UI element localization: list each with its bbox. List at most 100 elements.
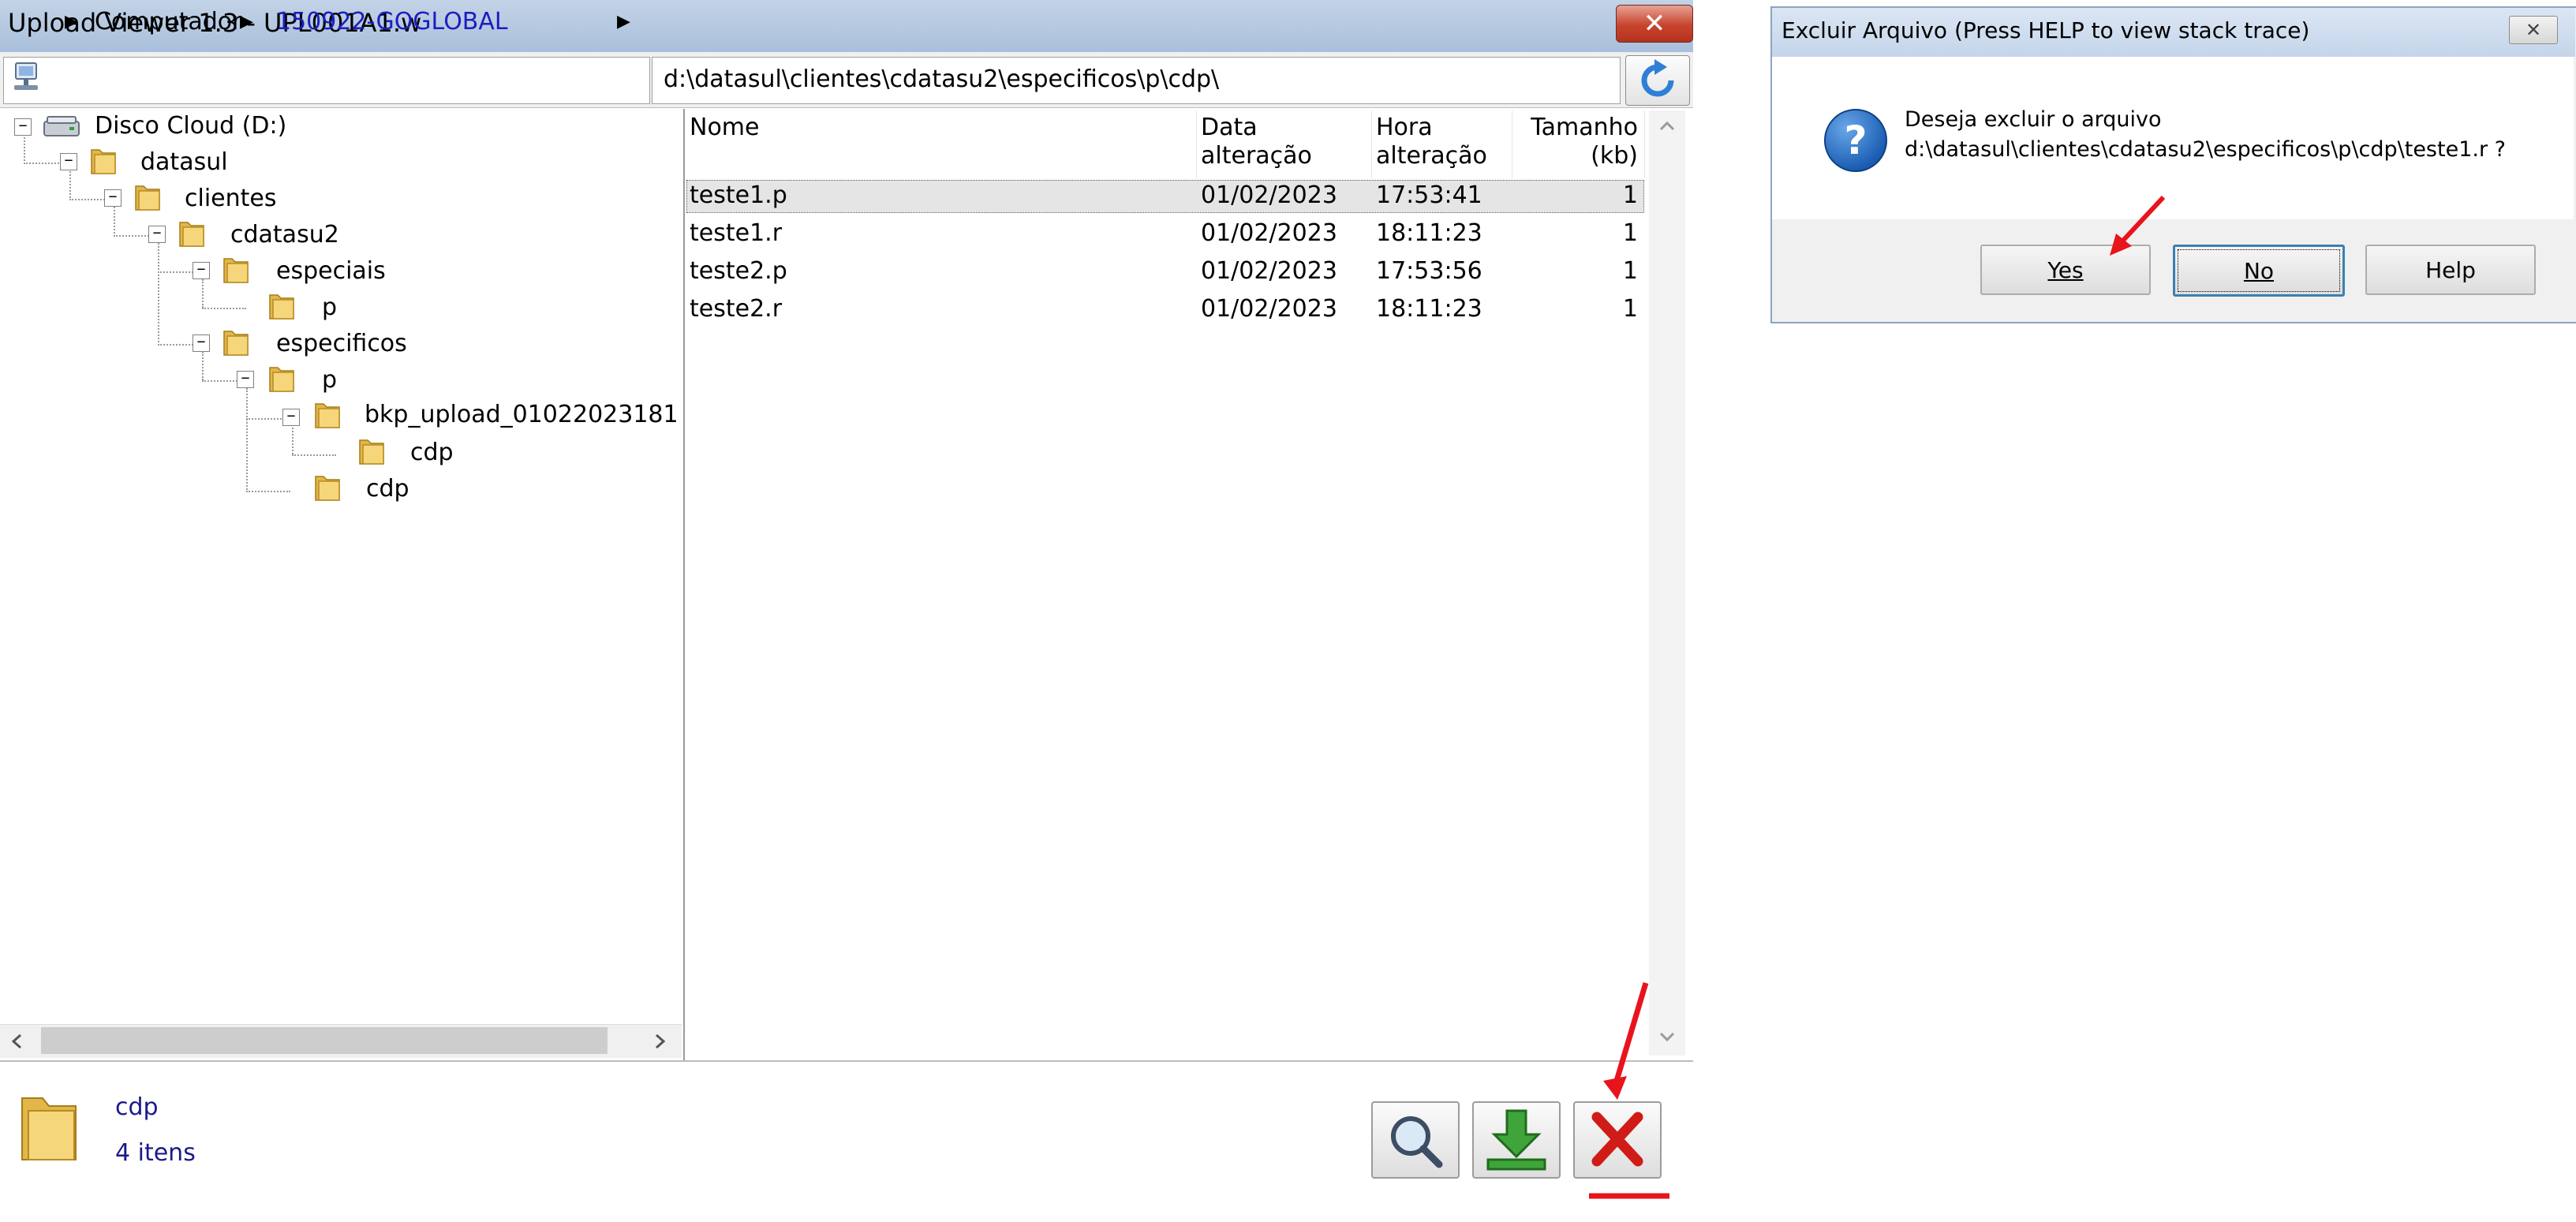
dialog-message-line1: Deseja excluir o arquivo <box>1905 107 2162 132</box>
column-header-line1: Hora <box>1376 114 1433 141</box>
folder-icon <box>135 185 160 211</box>
tree-connector <box>246 491 290 492</box>
annotation-arrow-icon <box>2110 195 2166 256</box>
tree-connector <box>246 388 248 492</box>
column-header-line2: Nome <box>690 114 760 141</box>
file-time: 18:11:23 <box>1376 295 1482 323</box>
main-close-button[interactable]: ✕ <box>1616 5 1693 43</box>
download-button[interactable] <box>1472 1101 1561 1179</box>
file-size: 1 <box>1622 181 1638 209</box>
refresh-button[interactable] <box>1625 55 1690 106</box>
folder-icon <box>359 439 384 465</box>
breadcrumb[interactable] <box>3 57 650 104</box>
yes-button-label: Yes <box>2047 256 2084 283</box>
selected-row-highlight <box>686 180 1644 213</box>
file-size: 1 <box>1622 295 1638 323</box>
tree-connector <box>24 134 25 164</box>
folder-icon <box>91 149 116 174</box>
dialog-close-button[interactable]: ✕ <box>2509 16 2558 44</box>
large-folder-icon <box>21 1097 77 1160</box>
file-name[interactable]: teste2.p <box>690 257 787 285</box>
view-button[interactable] <box>1371 1101 1460 1179</box>
tree-node-especificos[interactable]: especificos <box>276 330 407 357</box>
file-time: 18:11:23 <box>1376 219 1482 247</box>
file-name[interactable]: teste2.r <box>690 295 782 323</box>
tree-collapse-toggle[interactable]: − <box>237 371 254 388</box>
file-list[interactable] <box>685 109 1693 1060</box>
tree-collapse-toggle[interactable]: − <box>282 409 300 426</box>
file-time: 17:53:41 <box>1376 181 1482 209</box>
item-count: 4 itens <box>115 1139 196 1167</box>
folder-icon <box>269 294 294 320</box>
file-date: 01/02/2023 <box>1201 181 1337 209</box>
tree-connector <box>158 243 159 346</box>
folder-icon <box>179 222 204 247</box>
tree-node-cdp-selected[interactable]: cdp <box>366 475 409 503</box>
breadcrumb-computador[interactable]: Computador <box>95 8 241 36</box>
column-header-data[interactable]: Data alteração <box>1201 114 1312 170</box>
annotation-arrow-icon <box>1589 981 1669 1199</box>
tree-scroll-thumb[interactable] <box>41 1027 608 1054</box>
scroll-right-icon[interactable] <box>649 1030 671 1052</box>
tree-collapse-toggle[interactable]: − <box>104 189 122 207</box>
tree-connector <box>202 279 204 308</box>
download-arrow-icon <box>1486 1109 1546 1171</box>
breadcrumb-dropdown-icon[interactable]: ▶ <box>617 12 630 32</box>
column-separator[interactable] <box>1371 110 1372 178</box>
column-header-tamanho[interactable]: Tamanho (kb) <box>1516 114 1638 170</box>
scroll-left-icon[interactable] <box>6 1030 28 1052</box>
folder-icon <box>315 476 340 501</box>
tree-node-clientes[interactable]: clientes <box>185 185 276 212</box>
column-separator[interactable] <box>1196 110 1197 178</box>
folder-tree[interactable] <box>0 109 685 1060</box>
tree-node-datasul[interactable]: datasul <box>140 148 228 176</box>
tree-connector <box>202 308 246 309</box>
folder-icon <box>269 367 294 392</box>
tree-node-drive[interactable]: Disco Cloud (D:) <box>95 112 286 140</box>
tree-connector <box>114 207 115 237</box>
tree-connector <box>292 424 293 454</box>
column-header-line1: Tamanho <box>1531 114 1638 141</box>
path-text: d:\datasul\clientes\cdatasu2\especificos… <box>664 65 1220 93</box>
help-button[interactable]: Help <box>2365 245 2536 295</box>
tree-connector <box>292 454 336 456</box>
tree-node-bkp-cdp[interactable]: cdp <box>410 439 454 466</box>
column-header-line2: (kb) <box>1591 142 1638 170</box>
column-header-nome[interactable]: Nome <box>690 114 759 142</box>
computer-icon <box>14 62 38 90</box>
column-separator[interactable] <box>1644 110 1645 178</box>
tree-collapse-toggle[interactable]: − <box>148 226 166 243</box>
file-name[interactable]: teste1.r <box>690 219 782 247</box>
tree-collapse-toggle[interactable]: − <box>193 262 210 279</box>
no-button[interactable]: No <box>2173 245 2345 297</box>
folder-icon <box>223 331 249 356</box>
path-field[interactable]: d:\datasul\clientes\cdatasu2\especificos… <box>652 57 1621 104</box>
file-name[interactable]: teste1.p <box>690 181 787 209</box>
drive-icon <box>43 116 80 136</box>
magnifier-icon <box>1391 1116 1443 1168</box>
tree-node-bkp-clip: bkp_upload_010220231811 <box>365 401 680 432</box>
tree-collapse-toggle[interactable]: − <box>14 118 32 136</box>
dialog-message-line2: d:\datasul\clientes\cdatasu2\especificos… <box>1905 137 2506 162</box>
file-date: 01/02/2023 <box>1201 257 1337 285</box>
breadcrumb-host[interactable]: 150922-GOGLOBAL <box>276 8 508 36</box>
column-header-line2: alteração <box>1376 142 1487 170</box>
tree-node-especiais-p[interactable]: p <box>322 293 337 321</box>
file-size: 1 <box>1622 219 1638 247</box>
tree-connector <box>69 169 71 200</box>
refresh-icon <box>1641 59 1674 97</box>
tree-node-especiais[interactable]: especiais <box>276 257 386 285</box>
tree-collapse-toggle[interactable]: − <box>60 153 77 170</box>
folder-icon <box>315 403 340 428</box>
column-header-hora[interactable]: Hora alteração <box>1376 114 1487 170</box>
tree-node-cdatasu2[interactable]: cdatasu2 <box>230 221 339 249</box>
dialog-title: Excluir Arquivo (Press HELP to view stac… <box>1782 17 2310 43</box>
scroll-up-icon[interactable] <box>1655 115 1679 137</box>
column-header-line1: Data <box>1201 114 1258 141</box>
file-size: 1 <box>1622 257 1638 285</box>
tree-node-especificos-p[interactable]: p <box>322 366 337 394</box>
tree-node-bkp-upload[interactable]: bkp_upload_010220231811 <box>365 401 680 428</box>
file-list-vertical-scrollbar[interactable] <box>1649 110 1685 1056</box>
tree-collapse-toggle[interactable]: − <box>193 334 210 352</box>
file-time: 17:53:56 <box>1376 257 1482 285</box>
